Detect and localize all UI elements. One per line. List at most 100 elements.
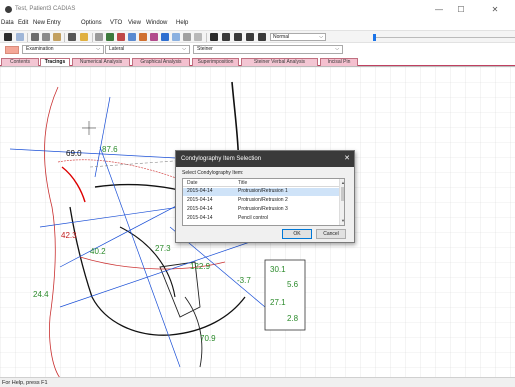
paste-icon[interactable]	[53, 33, 61, 41]
zoom-slider-thumb[interactable]	[373, 34, 376, 41]
item-date: 2015-04-14	[187, 197, 213, 203]
close-button[interactable]: ✕	[489, 5, 501, 15]
condylography-item-list[interactable]: Date Title 2015-04-14 Protrusion/Retrusi…	[182, 178, 345, 226]
condylography-dialog: Condylography Item Selection ✕ Select Co…	[175, 150, 355, 243]
box-value: 5.6	[287, 280, 299, 289]
box-value: 30.1	[270, 265, 286, 274]
tab-steiner-verbal-analysis[interactable]: Steiner Verbal Analysis	[241, 58, 318, 66]
menu-view[interactable]: View	[128, 20, 141, 26]
list-item[interactable]: 2015-04-14 Protrusion/Retrusion 2	[183, 197, 339, 205]
examination-select-value: Examination	[26, 46, 54, 52]
zoom-select[interactable]: Normal ⌵	[270, 33, 326, 41]
column-header-title[interactable]: Title	[238, 180, 247, 186]
pause-icon[interactable]	[222, 33, 230, 41]
list-scrollbar[interactable]: ▲ ▼	[339, 179, 344, 225]
list-item[interactable]: 2015-04-14 Protrusion/Retrusion 1	[183, 188, 339, 196]
scroll-up-icon[interactable]: ▲	[341, 180, 344, 185]
toolbar-separator	[27, 33, 28, 42]
tracing-icon[interactable]	[95, 33, 103, 41]
zoom-select-value: Normal	[273, 34, 290, 40]
app-icon	[5, 6, 12, 13]
box-value: 2.8	[287, 314, 299, 323]
save-icon[interactable]	[4, 33, 12, 41]
toolbar-separator	[64, 33, 65, 42]
status-text: For Help, press F1	[2, 380, 48, 386]
play-icon[interactable]	[210, 33, 218, 41]
dialog-title: Condylography Item Selection	[181, 156, 262, 162]
maximize-button[interactable]: ☐	[455, 5, 467, 15]
tab-numerical-analysis[interactable]: Numerical Analysis	[72, 58, 130, 66]
settings-icon[interactable]	[194, 33, 202, 41]
value-label: 70.9	[200, 334, 216, 343]
menu-new-entry[interactable]: New Entry	[33, 20, 61, 26]
menu-window[interactable]: Window	[146, 20, 167, 26]
toolbar-separator	[92, 33, 93, 42]
layer-icon[interactable]	[183, 33, 191, 41]
zoom-slider-track[interactable]	[375, 37, 515, 38]
tab-superimposition[interactable]: Superimposition	[192, 58, 239, 66]
dialog-prompt: Select Condylography Item:	[182, 170, 244, 176]
value-label: 42.3	[61, 231, 77, 240]
examination-color-swatch	[5, 46, 19, 54]
value-label: 40.2	[90, 247, 106, 256]
scroll-down-icon[interactable]: ▼	[341, 218, 344, 223]
grid-icon[interactable]	[172, 33, 180, 41]
angle-label: 69.0	[66, 149, 82, 158]
image-icon[interactable]	[161, 33, 169, 41]
list-item[interactable]: 2015-04-14 Protrusion/Retrusion 3	[183, 206, 339, 214]
item-title: Protrusion/Retrusion 2	[238, 197, 288, 203]
minimize-button[interactable]: —	[433, 5, 445, 15]
value-label: 27.3	[155, 244, 171, 253]
tab-graphical-analysis[interactable]: Graphical Analysis	[132, 58, 190, 66]
menu-vto[interactable]: VTO	[110, 20, 122, 26]
list-header: Date Title	[183, 179, 339, 187]
column-header-date[interactable]: Date	[187, 180, 198, 186]
tool-icon[interactable]	[150, 33, 158, 41]
item-title: Protrusion/Retrusion 3	[238, 206, 288, 212]
list-item[interactable]: 2015-04-14 Pencil control	[183, 215, 339, 223]
cancel-button[interactable]: Cancel	[316, 229, 346, 239]
tab-contents[interactable]: Contents	[1, 58, 39, 66]
rewind-icon[interactable]	[246, 33, 254, 41]
value-label: 122.9	[190, 262, 211, 271]
stop-icon[interactable]	[234, 33, 242, 41]
dialog-close-button[interactable]: ✕	[342, 154, 352, 164]
menu-data[interactable]: Data	[1, 20, 14, 26]
analysis-select[interactable]: Steiner ⌵	[193, 45, 343, 54]
chevron-down-icon: ⌵	[319, 34, 323, 40]
print-icon[interactable]	[68, 33, 76, 41]
view-select-value: Lateral	[109, 46, 125, 52]
forward-icon[interactable]	[258, 33, 266, 41]
dialog-title-bar: Condylography Item Selection ✕	[176, 151, 354, 167]
chevron-down-icon: ⌵	[96, 46, 100, 52]
scroll-thumb[interactable]	[341, 187, 344, 201]
chevron-down-icon: ⌵	[182, 46, 186, 52]
tab-incisal-pin[interactable]: Incisal Pin	[320, 58, 358, 66]
examination-select[interactable]: Examination ⌵	[22, 45, 104, 54]
tab-bar: Contents Tracings Numerical Analysis Gra…	[0, 57, 515, 67]
copy-icon[interactable]	[42, 33, 50, 41]
print-preview-icon[interactable]	[16, 33, 24, 41]
box-value: 27.1	[270, 298, 286, 307]
ok-button[interactable]: OK	[282, 229, 312, 239]
menu-options[interactable]: Options	[81, 20, 102, 26]
item-title: Protrusion/Retrusion 1	[238, 188, 288, 194]
toolbar: Normal ⌵	[0, 30, 515, 43]
analysis-icon[interactable]	[117, 33, 125, 41]
compare-icon[interactable]	[106, 33, 114, 41]
menu-edit[interactable]: Edit	[18, 20, 28, 26]
cut-icon[interactable]	[31, 33, 39, 41]
angle-label: 87.6	[102, 145, 118, 154]
measure-icon[interactable]	[139, 33, 147, 41]
value-label: -3.7	[237, 276, 251, 285]
value-label: 24.4	[33, 290, 49, 299]
superimpose-icon[interactable]	[128, 33, 136, 41]
item-date: 2015-04-14	[187, 188, 213, 194]
item-date: 2015-04-14	[187, 206, 213, 212]
window-title: Test, Patient3 CADIAS	[15, 6, 76, 12]
status-bar: For Help, press F1	[0, 377, 515, 387]
view-select[interactable]: Lateral ⌵	[105, 45, 190, 54]
menu-help[interactable]: Help	[176, 20, 188, 26]
help-icon[interactable]	[80, 33, 88, 41]
analysis-select-value: Steiner	[197, 46, 213, 52]
